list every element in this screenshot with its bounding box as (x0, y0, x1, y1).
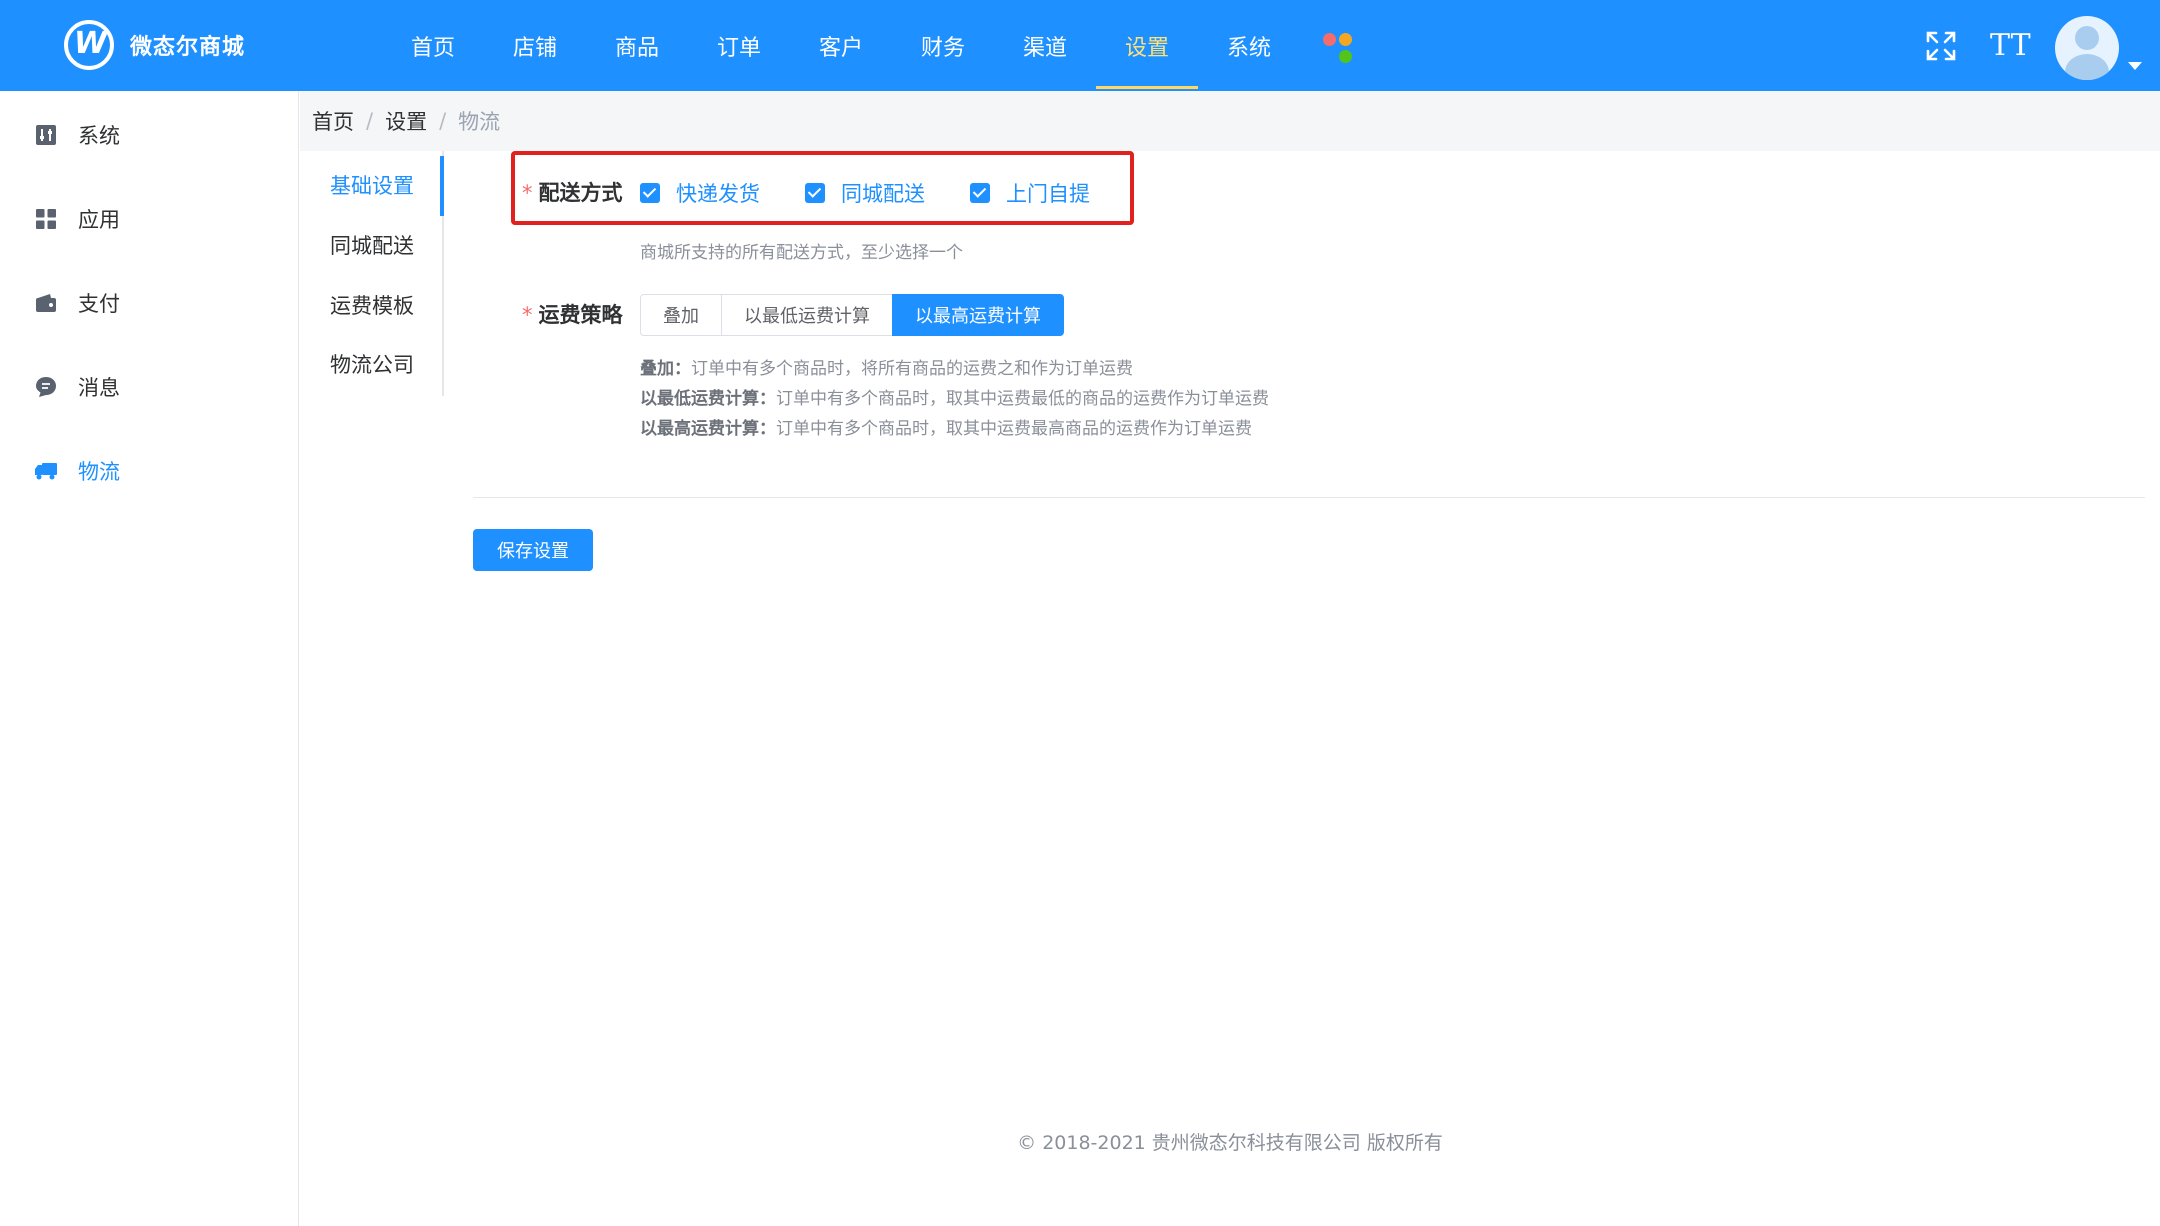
submenu-basic-settings[interactable]: 基础设置 (330, 168, 414, 204)
breadcrumb: 首页 / 设置 / 物流 (300, 91, 2160, 151)
sidebar: 系统 应用 支付 消息 物流 (0, 91, 299, 1226)
checkbox-self-pickup[interactable]: 上门自提 (970, 178, 1090, 208)
sidebar-item-label: 支付 (78, 292, 120, 316)
freight-hint-term: 以最高运费计算： (640, 419, 776, 439)
delivery-method-hint: 商城所支持的所有配送方式，至少选择一个 (640, 243, 963, 263)
checkbox-label: 快递发货 (676, 182, 760, 206)
required-mark: * (522, 303, 533, 327)
freight-hint-term: 以最低运费计算： (640, 389, 776, 409)
freight-hint-term: 叠加： (640, 359, 691, 379)
submenu-logistics-company[interactable]: 物流公司 (330, 347, 414, 383)
breadcrumb-separator: / (366, 109, 374, 133)
apps-icon[interactable] (1323, 33, 1353, 63)
freight-hint-highest: 以最高运费计算：订单中有多个商品时，取其中运费最高商品的运费作为订单运费 (640, 414, 1252, 439)
sidebar-item-apps[interactable]: 应用 (34, 199, 120, 239)
font-size-icon[interactable]: TT (1990, 28, 2031, 63)
grid-icon (34, 207, 58, 231)
freight-hint-sum: 叠加：订单中有多个商品时，将所有商品的运费之和作为订单运费 (640, 354, 1133, 379)
nav-settings[interactable]: 设置 (1096, 0, 1198, 91)
chat-icon (34, 375, 58, 399)
breadcrumb-current: 物流 (458, 110, 501, 134)
checkbox-label: 上门自提 (1006, 182, 1090, 206)
sliders-icon (34, 123, 58, 147)
wallet-icon (34, 291, 58, 315)
submenu-freight-template[interactable]: 运费模板 (330, 288, 414, 324)
sidebar-item-label: 系统 (78, 124, 120, 148)
freight-hint-lowest: 以最低运费计算：订单中有多个商品时，取其中运费最低的商品的运费作为订单运费 (640, 384, 1269, 409)
logistics-submenu: 基础设置 同城配送 运费模板 物流公司 (300, 151, 444, 396)
freight-strategy-group: 叠加 以最低运费计算 以最高运费计算 (640, 294, 1064, 336)
freight-strategy-label: * 运费策略 (522, 299, 623, 329)
chevron-down-icon[interactable] (2128, 62, 2142, 70)
breadcrumb-settings[interactable]: 设置 (385, 106, 427, 136)
checkbox-checked-icon (970, 183, 990, 203)
delivery-method-label-text: 配送方式 (538, 181, 623, 205)
freight-option-highest[interactable]: 以最高运费计算 (892, 294, 1064, 336)
sidebar-item-label: 应用 (78, 208, 120, 232)
delivery-method-label: * 配送方式 (522, 177, 623, 207)
sidebar-item-payment[interactable]: 支付 (34, 283, 120, 323)
logo-text: 微态尔商城 (130, 35, 246, 60)
nav-system[interactable]: 系统 (1198, 0, 1300, 91)
submenu-local-delivery[interactable]: 同城配送 (330, 228, 414, 264)
footer-copyright: © 2018-2021 贵州微态尔科技有限公司 版权所有 (1017, 1132, 1443, 1154)
fullscreen-icon[interactable] (1925, 30, 1957, 62)
checkbox-checked-icon (640, 183, 660, 203)
checkbox-express[interactable]: 快递发货 (640, 178, 760, 208)
checkbox-local-delivery[interactable]: 同城配送 (805, 178, 925, 208)
freight-hint-text: 订单中有多个商品时，将所有商品的运费之和作为订单运费 (691, 359, 1133, 379)
logo-mark-icon (64, 20, 114, 70)
truck-icon (34, 459, 58, 483)
form-divider (473, 497, 2145, 498)
nav-finance[interactable]: 财务 (892, 0, 994, 91)
top-nav: 首页 店铺 商品 订单 客户 财务 渠道 设置 系统 (382, 0, 1300, 91)
nav-home[interactable]: 首页 (382, 0, 484, 91)
submenu-active-indicator (440, 156, 444, 216)
sidebar-item-label: 消息 (78, 376, 120, 400)
checkbox-checked-icon (805, 183, 825, 203)
nav-channels[interactable]: 渠道 (994, 0, 1096, 91)
save-settings-button[interactable]: 保存设置 (473, 529, 593, 571)
required-mark: * (522, 181, 533, 205)
freight-option-lowest[interactable]: 以最低运费计算 (721, 294, 893, 336)
breadcrumb-separator: / (439, 109, 447, 133)
freight-option-sum[interactable]: 叠加 (640, 294, 722, 336)
breadcrumb-home[interactable]: 首页 (312, 106, 354, 136)
freight-hint-text: 订单中有多个商品时，取其中运费最低的商品的运费作为订单运费 (776, 389, 1269, 409)
nav-customers[interactable]: 客户 (790, 0, 892, 91)
sidebar-item-messages[interactable]: 消息 (34, 367, 120, 407)
nav-products[interactable]: 商品 (586, 0, 688, 91)
nav-store[interactable]: 店铺 (484, 0, 586, 91)
checkbox-label: 同城配送 (841, 182, 925, 206)
logo[interactable]: 微态尔商城 (64, 20, 245, 70)
top-header: 微态尔商城 首页 店铺 商品 订单 客户 财务 渠道 设置 系统 TT (0, 0, 2160, 91)
freight-hint-text: 订单中有多个商品时，取其中运费最高商品的运费作为订单运费 (776, 419, 1252, 439)
avatar[interactable] (2055, 16, 2119, 80)
nav-orders[interactable]: 订单 (688, 0, 790, 91)
freight-strategy-label-text: 运费策略 (538, 303, 623, 327)
sidebar-item-label: 物流 (78, 460, 120, 484)
sidebar-item-logistics[interactable]: 物流 (34, 451, 120, 491)
sidebar-item-system[interactable]: 系统 (34, 115, 120, 155)
